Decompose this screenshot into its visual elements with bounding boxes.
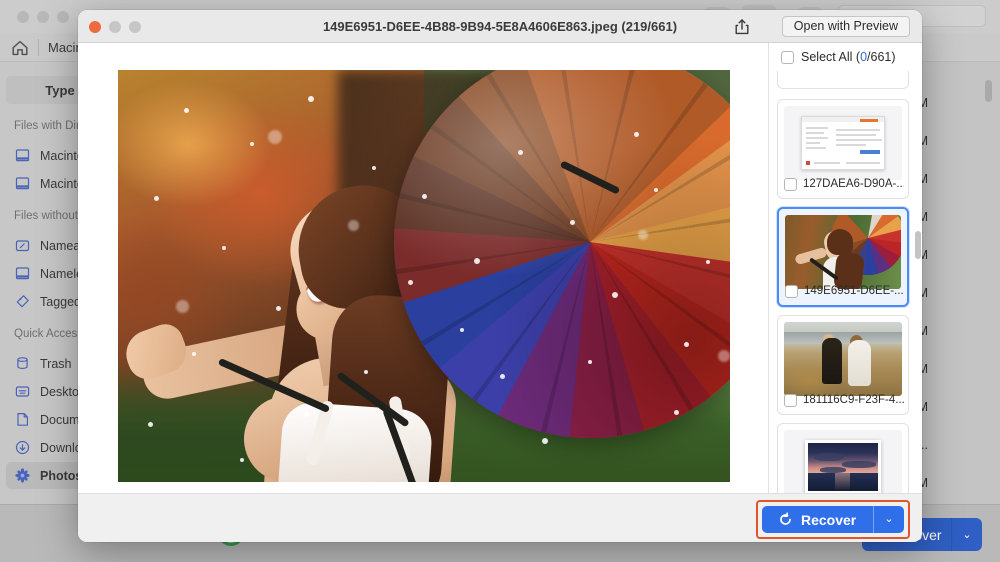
- drive-icon: [14, 147, 31, 164]
- breadcrumb-divider: [38, 39, 39, 56]
- select-all-row[interactable]: Select All (0/661): [769, 43, 922, 71]
- photo-preview-panel: [78, 43, 768, 493]
- thumbnail-image: [785, 215, 901, 289]
- thumbnail-checkbox[interactable]: [784, 394, 797, 407]
- sidebar-item-label: Photos: [40, 469, 82, 483]
- photos-icon: [14, 467, 31, 484]
- select-all-prefix: Select All (: [801, 50, 860, 64]
- drive-icon: [14, 175, 31, 192]
- thumbnail-scroll-area[interactable]: 127DAEA6-D90A-...: [769, 71, 922, 493]
- select-all-checkbox[interactable]: [781, 51, 794, 64]
- couple-photo-thumbnail: [784, 322, 902, 396]
- bg-zoom-button[interactable]: [57, 11, 69, 23]
- chevron-down-icon[interactable]: ⌄: [952, 528, 982, 541]
- select-all-suffix: /661): [867, 50, 896, 64]
- thumbnail-label-row[interactable]: 149E6951-D6EE-...: [785, 282, 903, 300]
- image-preview-dialog: 149E6951-D6EE-4B88-9B94-5E8A4606E863.jpe…: [78, 10, 922, 542]
- refresh-icon: [778, 512, 793, 527]
- thumbnail-checkbox[interactable]: [784, 178, 797, 191]
- thumbnail-filename: 127DAEA6-D90A-...: [803, 178, 904, 190]
- desktop-icon: [14, 383, 31, 400]
- trash-icon: [14, 355, 31, 372]
- recover-button-label: Recover: [793, 512, 873, 528]
- recover-button[interactable]: Recover ⌄: [762, 506, 904, 533]
- drive-icon: [14, 265, 31, 282]
- folder-edit-icon: [14, 237, 31, 254]
- list-item[interactable]: [777, 71, 909, 89]
- thumbnail-label-row[interactable]: 181116C9-F23F-4...: [784, 391, 904, 409]
- thumbnail-sidebar[interactable]: Select All (0/661): [768, 43, 922, 493]
- document-thumbnail-icon: [801, 116, 885, 170]
- share-icon[interactable]: [732, 17, 752, 37]
- list-item[interactable]: 17CE2B60-3C6B-...: [777, 423, 909, 493]
- photo-umbrella: [369, 70, 730, 463]
- list-item-selected[interactable]: 149E6951-D6EE-...: [777, 207, 909, 307]
- preview-image: [118, 70, 730, 482]
- thumbnail-checkbox[interactable]: [785, 285, 798, 298]
- recover-button-highlight: Recover ⌄: [756, 500, 910, 539]
- list-item[interactable]: 181116C9-F23F-4...: [777, 315, 909, 415]
- sidebar-item-label: Trash: [40, 357, 72, 371]
- thumbnail-image: [784, 106, 902, 180]
- select-all-label: Select All (0/661): [801, 50, 896, 64]
- dialog-footer: Recover ⌄: [78, 493, 922, 542]
- list-item[interactable]: 127DAEA6-D90A-...: [777, 99, 909, 199]
- thumbnail-filename: 149E6951-D6EE-...: [804, 285, 903, 297]
- chevron-down-icon[interactable]: ⌄: [874, 506, 904, 533]
- home-icon[interactable]: [10, 38, 30, 58]
- thumbnail-label-row[interactable]: 127DAEA6-D90A-...: [784, 175, 904, 193]
- thumbnail-scrollbar[interactable]: [915, 231, 921, 259]
- thumbnail-filename: 181116C9-F23F-4...: [803, 394, 904, 406]
- thumbnail-image: [784, 430, 902, 493]
- tag-icon: [14, 293, 31, 310]
- sunset-photo-thumbnail: [805, 440, 881, 493]
- download-icon: [14, 439, 31, 456]
- thumbnail-image: [784, 322, 902, 396]
- select-all-count: 0: [860, 50, 867, 64]
- open-with-preview-button[interactable]: Open with Preview: [782, 16, 910, 37]
- bg-minimize-button[interactable]: [37, 11, 49, 23]
- bg-close-button[interactable]: [17, 11, 29, 23]
- dialog-titlebar: 149E6951-D6EE-4B88-9B94-5E8A4606E863.jpe…: [78, 10, 922, 43]
- document-icon: [14, 411, 31, 428]
- list-vertical-scrollbar[interactable]: [985, 80, 992, 102]
- sidebar-group-quick-access: Quick Access: [14, 328, 83, 340]
